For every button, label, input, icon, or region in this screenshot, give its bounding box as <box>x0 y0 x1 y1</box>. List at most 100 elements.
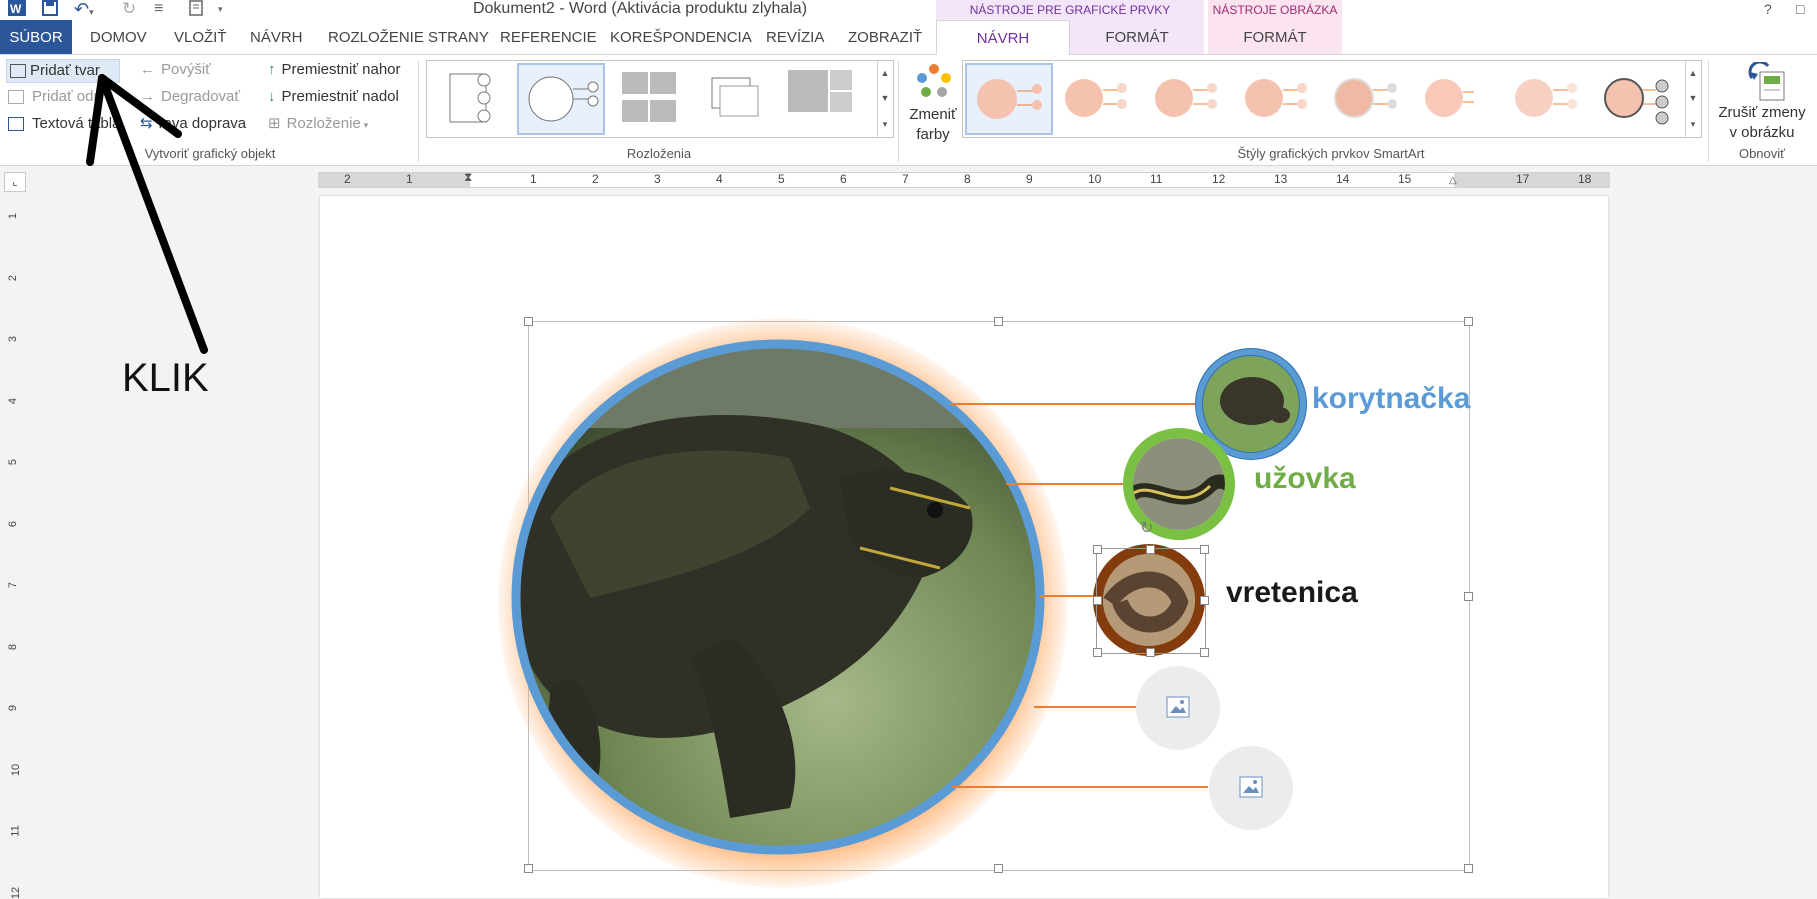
resize-handle[interactable] <box>994 317 1003 326</box>
gallery-scroll-down[interactable]: ▼ <box>877 86 892 111</box>
customize-qat-icon[interactable]: ▾ <box>218 0 230 18</box>
document-icon[interactable] <box>188 0 206 18</box>
tab-references[interactable]: REFERENCIE <box>500 20 597 54</box>
tab-stop-selector[interactable]: ⌞ <box>4 172 26 192</box>
tab-mailings[interactable]: KOREŠPONDENCIA <box>610 20 752 54</box>
style-thumbnail[interactable] <box>1415 65 1497 131</box>
gallery-more-button[interactable]: ▾ <box>877 111 892 137</box>
resize-handle[interactable] <box>1200 545 1209 554</box>
gallery-scroll-up[interactable]: ▲ <box>877 61 892 86</box>
ruler-number: 9 <box>1026 172 1033 186</box>
resize-handle[interactable] <box>1093 596 1102 605</box>
style-thumbnail-selected[interactable] <box>965 63 1053 135</box>
ruler-number: 17 <box>1516 172 1530 186</box>
ruler-number: 11 <box>1150 172 1163 186</box>
resize-handle[interactable] <box>1464 317 1473 326</box>
layout-thumbnail[interactable] <box>783 65 859 131</box>
ruler-number: 3 <box>654 172 661 186</box>
tab-view[interactable]: ZOBRAZIŤ <box>848 20 922 54</box>
vertical-ruler[interactable]: 1 2 3 4 5 6 7 8 9 10 11 12 <box>7 196 23 899</box>
tab-page-layout[interactable]: ROZLOŽENIE STRANY <box>328 20 489 54</box>
ruler-number: 18 <box>1578 172 1592 186</box>
resize-handle[interactable] <box>1146 648 1155 657</box>
resize-handle[interactable] <box>1464 592 1473 601</box>
layout-thumbnail[interactable] <box>431 65 507 131</box>
resize-handle[interactable] <box>524 317 533 326</box>
resize-handle[interactable] <box>1146 545 1155 554</box>
resize-handle[interactable] <box>1464 864 1473 873</box>
ruler-number: 4 <box>716 172 723 186</box>
layout-thumbnail[interactable] <box>611 65 687 131</box>
change-colors-button[interactable]: Zmeniť farby <box>906 60 960 143</box>
resize-handle[interactable] <box>1200 648 1209 657</box>
insert-picture-icon[interactable] <box>1239 776 1263 798</box>
restore-button[interactable]: □ <box>1796 0 1810 18</box>
tab-smartart-format[interactable]: FORMÁT <box>1070 20 1204 54</box>
smartart-label[interactable]: užovka <box>1254 462 1356 496</box>
help-button[interactable]: ? <box>1764 0 1778 18</box>
picture-placeholder[interactable] <box>1209 746 1293 830</box>
gallery-scroll-down[interactable]: ▼ <box>1685 86 1700 111</box>
snake-thumbnail[interactable] <box>1120 426 1238 544</box>
ruler-number: 10 <box>10 763 23 776</box>
redo-icon[interactable]: ↻ <box>122 0 140 18</box>
gallery-scroll-up[interactable]: ▲ <box>1685 61 1700 86</box>
save-icon[interactable] <box>42 0 62 18</box>
annotation-arrow-icon <box>86 74 208 354</box>
picture-placeholder[interactable] <box>1136 666 1220 750</box>
gallery-more-button[interactable]: ▾ <box>1685 111 1700 137</box>
smartart-label[interactable]: vretenica <box>1226 576 1358 610</box>
move-down-label: Premiestniť nadol <box>281 88 399 105</box>
horizontal-ruler[interactable]: 2 1 1 2 3 4 5 6 7 8 9 10 11 12 13 14 15 17 18 ⧗ △ <box>318 170 1610 188</box>
layouts-group-label: Rozloženia <box>626 146 692 161</box>
style-thumbnail[interactable] <box>1055 65 1137 131</box>
right-indent-marker-icon[interactable]: △ <box>1449 175 1457 186</box>
indent-marker-icon[interactable]: ⧗ <box>464 170 472 185</box>
move-up-label: Premiestniť nahor <box>281 61 401 78</box>
tab-review[interactable]: REVÍZIA <box>766 20 824 54</box>
ruler-number: 8 <box>7 643 20 650</box>
smartart-styles-gallery[interactable]: ▲ ▼ ▾ <box>962 60 1702 138</box>
ruler-number: 1 <box>406 172 413 186</box>
svg-text:W: W <box>10 2 22 16</box>
reset-graphic-button[interactable]: Zrušiť zmeny v obrázku <box>1712 60 1812 144</box>
resize-handle[interactable] <box>1200 596 1209 605</box>
move-up-icon: ↑ <box>268 61 276 78</box>
add-bullet-icon <box>8 90 24 105</box>
move-down-button[interactable]: ↓ Premiestniť nadol <box>268 86 399 108</box>
tab-file[interactable]: SÚBOR <box>0 20 72 54</box>
insert-picture-icon[interactable] <box>1166 696 1190 718</box>
resize-handle[interactable] <box>1093 648 1102 657</box>
layout-thumbnail[interactable] <box>697 65 773 131</box>
style-thumbnail[interactable] <box>1595 65 1677 131</box>
tab-design[interactable]: NÁVRH <box>250 20 303 54</box>
layout-thumbnail-selected[interactable] <box>517 63 605 135</box>
styles-group-label: Štýly grafických prvkov SmartArt <box>1237 146 1425 161</box>
label-text: korytnačka <box>1312 382 1471 415</box>
resize-handle[interactable] <box>524 864 533 873</box>
word-app-icon[interactable]: W <box>8 0 30 18</box>
tab-home[interactable]: DOMOV <box>90 20 147 54</box>
resize-handle[interactable] <box>1093 545 1102 554</box>
style-thumbnail[interactable] <box>1145 65 1227 131</box>
layout-dropdown-button[interactable]: ⊞ Rozloženie ▾ <box>268 113 368 135</box>
tab-smartart-design[interactable]: NÁVRH <box>936 20 1070 56</box>
window-title: Dokument2 - Word (Aktivácia produktu zly… <box>472 0 808 17</box>
ruler-margin-left <box>318 173 470 187</box>
smartart-label[interactable]: korytnačka <box>1312 382 1470 416</box>
style-thumbnail[interactable] <box>1505 65 1587 131</box>
move-up-button[interactable]: ↑ Premiestniť nahor <box>268 59 401 81</box>
tab-picture-format[interactable]: FORMÁT <box>1208 20 1342 54</box>
layouts-gallery[interactable]: ▲ ▼ ▾ <box>426 60 894 138</box>
ruler-number: 6 <box>840 172 847 186</box>
resize-handle[interactable] <box>994 864 1003 873</box>
ruler-number: 2 <box>7 274 20 281</box>
undo-icon[interactable]: ↶▾ <box>74 0 100 18</box>
rotate-handle-icon[interactable]: ↻ <box>1140 518 1153 538</box>
reset-graphic-label-2: v obrázku <box>1729 124 1795 141</box>
align-icon[interactable]: ≡ <box>154 0 172 18</box>
reset-graphic-label-1: Zrušiť zmeny <box>1718 104 1806 121</box>
tab-insert[interactable]: VLOŽIŤ <box>174 20 227 54</box>
style-thumbnail[interactable] <box>1325 65 1407 131</box>
style-thumbnail[interactable] <box>1235 65 1317 131</box>
